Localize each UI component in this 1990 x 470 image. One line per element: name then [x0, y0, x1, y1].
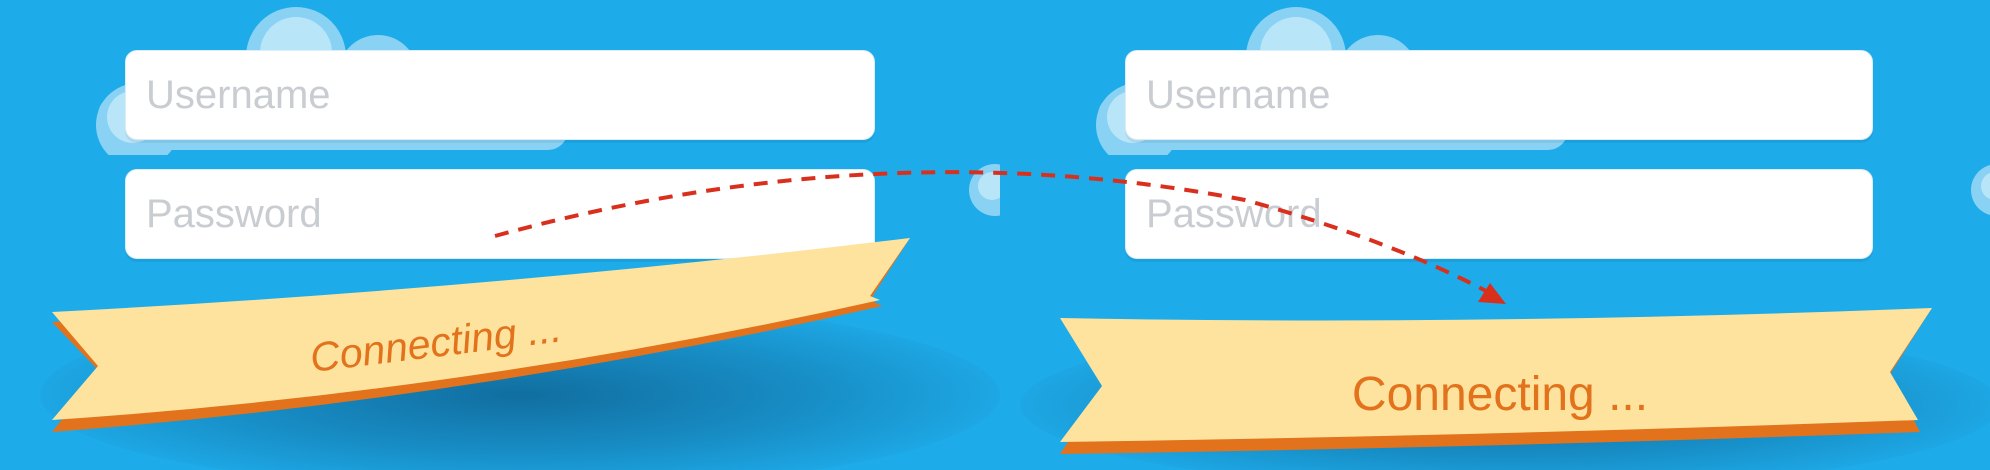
cloud-icon [1971, 164, 1990, 216]
username-placeholder: Username [1146, 72, 1331, 117]
password-placeholder: Password [146, 191, 322, 236]
username-placeholder: Username [146, 72, 331, 117]
password-placeholder: Password [1146, 191, 1322, 236]
password-field[interactable]: Password [1125, 169, 1873, 259]
login-transition-illustration: Username Password Username Password Conn… [0, 0, 1990, 470]
ribbon-shadow [40, 300, 1000, 470]
cloud-icon [969, 164, 1000, 216]
username-field[interactable]: Username [1125, 50, 1873, 140]
username-field[interactable]: Username [125, 50, 875, 140]
password-field[interactable]: Password [125, 169, 875, 259]
login-screen-after: Username Password [1000, 0, 1990, 470]
ribbon-shadow [1020, 320, 1990, 470]
login-screen-before: Username Password [0, 0, 1000, 470]
